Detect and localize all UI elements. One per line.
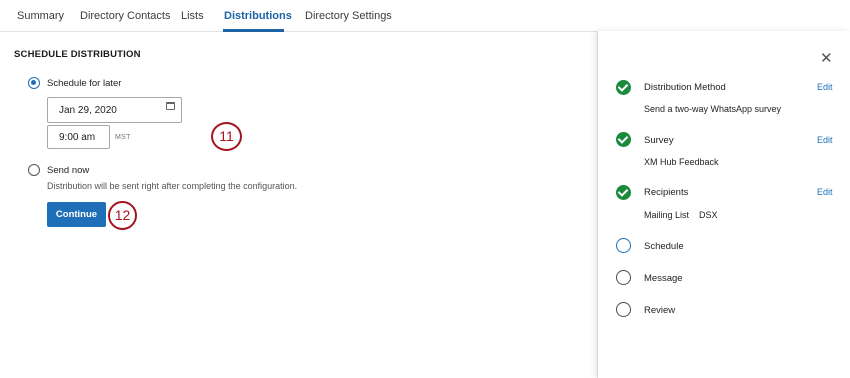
tab-directory-contacts[interactable]: Directory Contacts [80,10,170,22]
step-recipients-title: Recipients [644,187,689,198]
timezone-label: MST [115,134,131,141]
step-complete-icon [616,132,631,147]
edit-survey-link[interactable]: Edit [817,135,833,145]
calendar-icon[interactable] [166,102,175,110]
date-field[interactable]: Jan 29, 2020 [47,97,182,123]
edit-distribution-method-link[interactable]: Edit [817,82,833,92]
step-distribution-method-detail: Send a two-way WhatsApp survey [644,104,782,114]
schedule-later-radio[interactable] [28,77,40,89]
continue-button[interactable]: Continue [47,202,106,227]
step-review-title: Review [644,305,676,316]
tab-bar: Summary Directory Contacts Lists Distrib… [0,0,850,32]
step-survey-title: Survey [644,135,674,146]
tab-summary[interactable]: Summary [17,10,64,22]
tab-lists[interactable]: Lists [181,10,204,22]
send-now-radio[interactable] [28,164,40,176]
step-pending-icon [616,270,631,285]
step-complete-icon [616,80,631,95]
tab-directory-settings[interactable]: Directory Settings [305,10,392,22]
section-title: SCHEDULE DISTRIBUTION [14,49,141,60]
step-marker-12: 12 [108,201,137,230]
step-message-title: Message [644,273,683,284]
time-value: 9:00 am [59,132,96,143]
edit-recipients-link[interactable]: Edit [817,187,833,197]
step-recipients-detail: Mailing List DSX [644,210,718,220]
send-now-description: Distribution will be sent right after co… [47,181,298,191]
tab-distributions[interactable]: Distributions [224,10,292,22]
step-survey-detail: XM Hub Feedback [644,157,719,167]
date-value: Jan 29, 2020 [59,105,117,116]
step-schedule-title: Schedule [644,241,684,252]
step-marker-11: 11 [211,122,242,151]
send-now-label[interactable]: Send now [47,165,89,176]
step-complete-icon [616,185,631,200]
time-field[interactable]: 9:00 am [47,125,110,149]
step-distribution-method-title: Distribution Method [644,82,726,93]
step-pending-icon [616,302,631,317]
active-tab-indicator [223,29,284,32]
schedule-later-label[interactable]: Schedule for later [47,78,121,89]
step-current-icon [616,238,631,253]
close-icon[interactable]: ✕ [820,49,833,67]
